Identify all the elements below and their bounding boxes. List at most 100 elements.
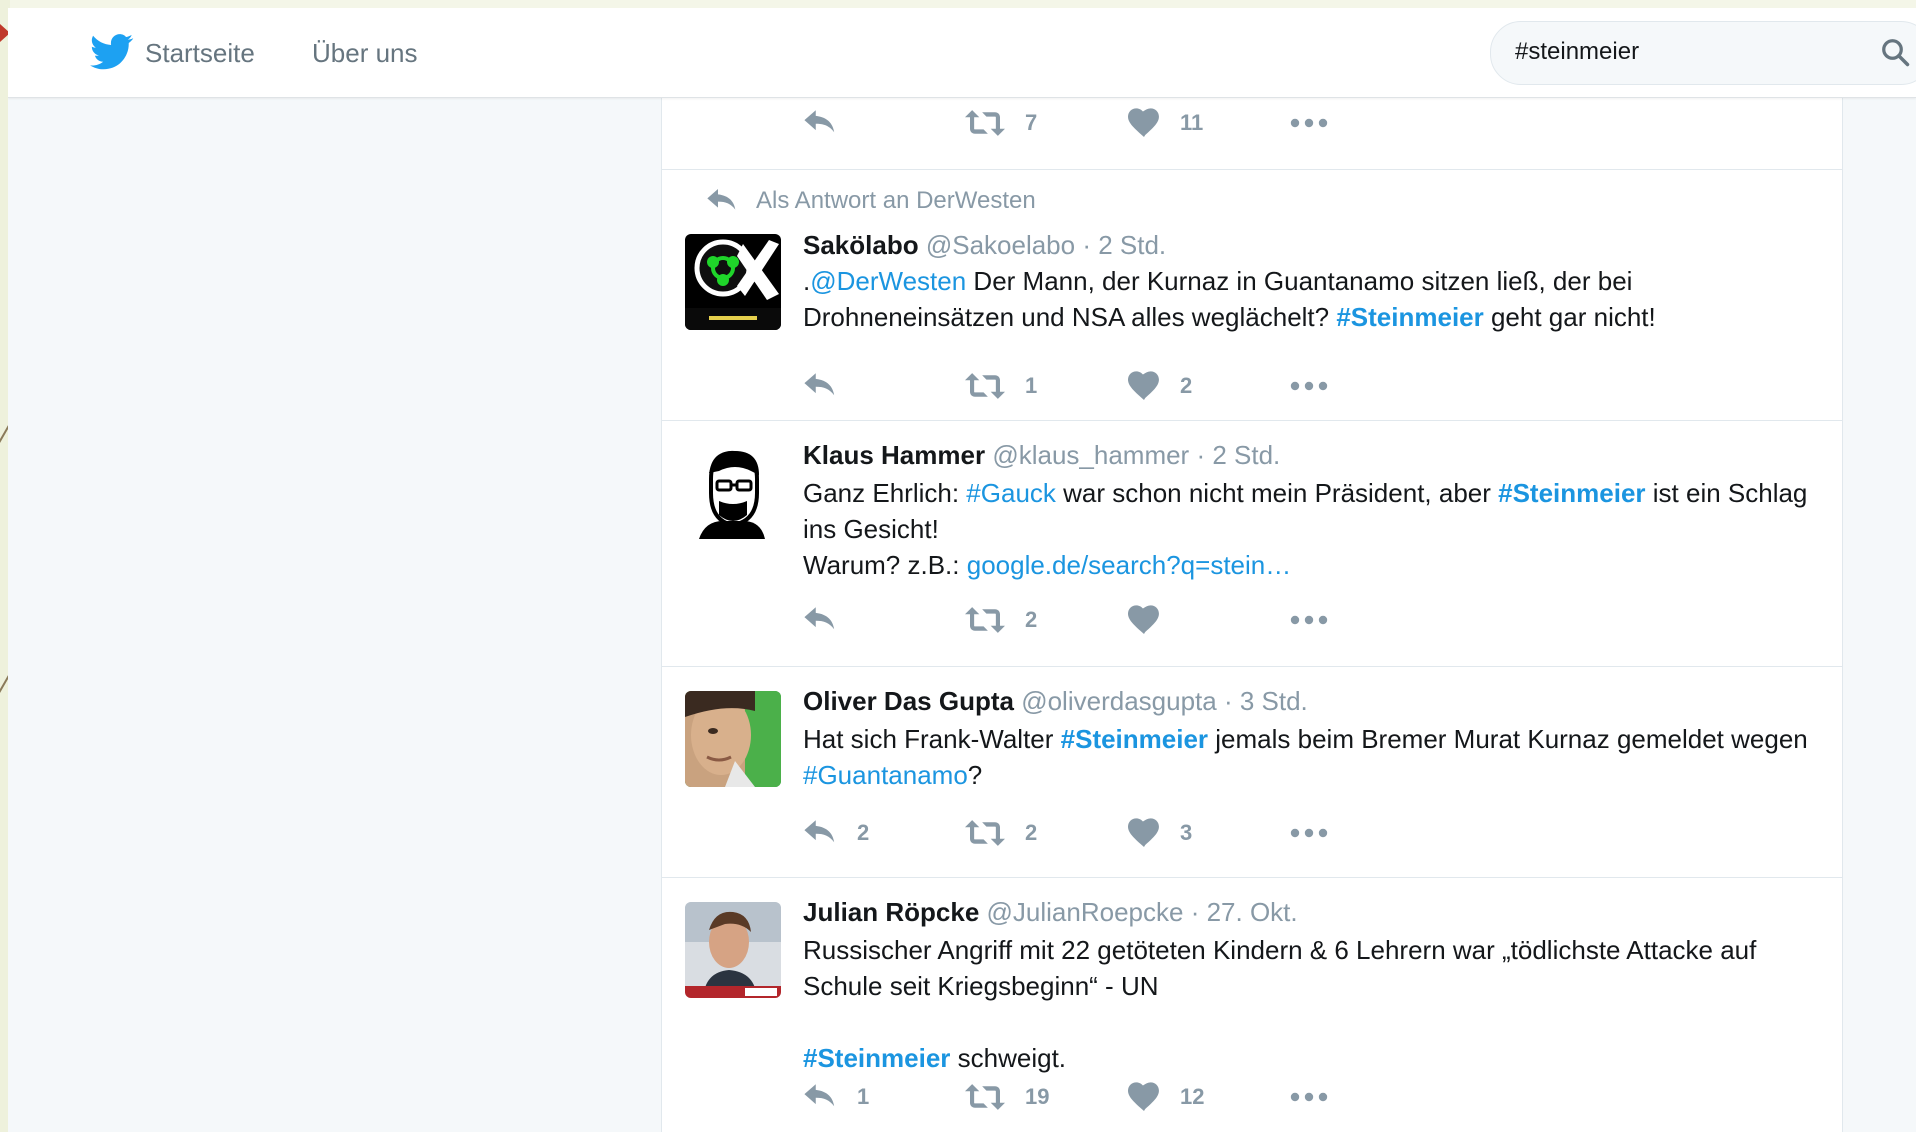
search-input-value[interactable]: #steinmeier — [1515, 38, 1639, 66]
url-link[interactable]: google.de/search?q=stein… — [967, 550, 1292, 580]
more-dots-icon — [1290, 381, 1328, 391]
search-field[interactable]: #steinmeier — [1490, 21, 1916, 85]
retweet-icon — [965, 607, 1005, 633]
retweet-button[interactable]: 7 — [965, 106, 1075, 142]
author-handle[interactable]: @klaus_hammer — [992, 440, 1189, 470]
like-button[interactable]: 12 — [1128, 1080, 1238, 1116]
retweet-button[interactable]: 19 — [965, 1080, 1075, 1116]
tweet-text-part: Hat sich Frank-Walter — [803, 724, 1061, 754]
like-button[interactable]: 2 — [1128, 369, 1238, 405]
mention-link[interactable]: @DerWesten — [810, 266, 966, 296]
author-name[interactable]: Klaus Hammer — [803, 440, 985, 470]
tweet-text: Ganz Ehrlich: #Gauck war schon nicht mei… — [803, 475, 1822, 583]
reply-button[interactable] — [803, 369, 883, 405]
avatar[interactable] — [685, 691, 781, 787]
heart-icon — [1128, 108, 1159, 137]
retweet-button[interactable]: 1 — [965, 369, 1075, 405]
tweet-item[interactable]: Als Antwort an DerWesten Sakölabo @Sakoe… — [662, 169, 1842, 421]
tweet-header: Sakölabo @Sakoelabo · 2 Std. — [803, 230, 1166, 261]
author-handle[interactable]: @Sakoelabo — [926, 230, 1075, 260]
author-handle[interactable]: @oliverdasgupta — [1021, 686, 1217, 716]
heart-icon — [1128, 818, 1159, 847]
more-button[interactable] — [1288, 816, 1336, 852]
more-button[interactable] — [1288, 603, 1336, 639]
more-dots-icon — [1290, 615, 1328, 625]
hashtag-link[interactable]: #Gauck — [966, 478, 1056, 508]
author-name[interactable]: Sakölabo — [803, 230, 919, 260]
like-count: 2 — [1180, 373, 1193, 398]
reply-button[interactable] — [803, 603, 883, 639]
nav-about-link[interactable]: Über uns — [312, 38, 418, 69]
tweet-header: Julian Röpcke @JulianRoepcke · 27. Okt. — [803, 897, 1298, 928]
tweet-text-part: jemals beim Bremer Murat Kurnaz gemeldet… — [1208, 724, 1808, 754]
tweet-text-part: Warum? z.B.: — [803, 550, 967, 580]
hashtag-link[interactable]: #Guantanamo — [803, 760, 968, 790]
more-button[interactable] — [1288, 106, 1336, 142]
tweet-text-part: Russischer Angriff mit 22 getöteten Kind… — [803, 935, 1757, 1001]
reply-icon — [804, 820, 835, 843]
reply-count: 2 — [857, 820, 870, 845]
retweet-icon — [965, 1084, 1005, 1110]
top-navigation-bar: Startseite Über uns #steinmeier — [8, 8, 1916, 98]
retweet-icon — [965, 373, 1005, 399]
tweet-text-part: geht gar nicht! — [1483, 302, 1656, 332]
tweet-time[interactable]: · 2 Std. — [1082, 230, 1166, 260]
reply-button[interactable] — [803, 106, 883, 142]
like-count: 12 — [1180, 1084, 1205, 1109]
author-name[interactable]: Julian Röpcke — [803, 897, 979, 927]
heart-icon — [1128, 1082, 1159, 1111]
more-dots-icon — [1290, 1092, 1328, 1102]
retweet-button[interactable]: 2 — [965, 603, 1075, 639]
retweet-count: 19 — [1025, 1084, 1050, 1109]
reply-button[interactable]: 1 — [803, 1080, 883, 1116]
tweet-text: Hat sich Frank-Walter #Steinmeier jemals… — [803, 721, 1822, 793]
tweet-text-part: schweigt. — [950, 1043, 1067, 1073]
retweet-button[interactable]: 2 — [965, 816, 1075, 852]
retweet-count: 2 — [1025, 607, 1038, 632]
like-button[interactable]: 3 — [1128, 816, 1238, 852]
author-name[interactable]: Oliver Das Gupta — [803, 686, 1014, 716]
hashtag-link[interactable]: #Steinmeier — [1336, 302, 1483, 332]
tweet-time[interactable]: · 27. Okt. — [1191, 897, 1298, 927]
avatar[interactable] — [685, 234, 781, 330]
tweet-text-part: ? — [967, 760, 983, 790]
retweet-icon — [965, 820, 1005, 846]
reply-count: 1 — [857, 1084, 870, 1109]
reply-context[interactable]: Als Antwort an DerWesten — [707, 187, 1036, 215]
hashtag-link[interactable]: #Steinmeier — [1498, 478, 1645, 508]
tweet-header: Klaus Hammer @klaus_hammer · 2 Std. — [803, 440, 1280, 471]
heart-icon — [1128, 371, 1159, 400]
avatar[interactable] — [685, 902, 781, 998]
retweet-count: 2 — [1025, 820, 1038, 845]
retweet-count: 7 — [1025, 110, 1038, 135]
tweet-item[interactable]: Klaus Hammer @klaus_hammer · 2 Std. Ganz… — [662, 420, 1842, 667]
tweet-item[interactable]: Oliver Das Gupta @oliverdasgupta · 3 Std… — [662, 666, 1842, 878]
reply-context-label: Als Antwort an DerWesten — [756, 187, 1036, 214]
hashtag-link[interactable]: #Steinmeier — [803, 1043, 950, 1073]
avatar[interactable] — [685, 443, 781, 539]
tweet-actions: 1 19 12 — [803, 1080, 1363, 1116]
nav-home-link[interactable]: Startseite — [145, 38, 255, 69]
tweet-actions: 2 — [803, 603, 1363, 639]
more-button[interactable] — [1288, 1080, 1336, 1116]
tweet-actions: 1 2 — [803, 369, 1363, 405]
tweet-time[interactable]: · 3 Std. — [1224, 686, 1308, 716]
author-handle[interactable]: @JulianRoepcke — [987, 897, 1184, 927]
like-button[interactable]: 11 — [1128, 106, 1238, 142]
reply-button[interactable]: 2 — [803, 816, 883, 852]
tweet-timeline: 7 11 Als Antwort an DerWesten Sakölabo @… — [661, 97, 1843, 1132]
tweet-item[interactable]: Julian Röpcke @JulianRoepcke · 27. Okt. … — [662, 877, 1842, 1132]
reply-icon — [804, 373, 835, 396]
search-icon[interactable] — [1880, 37, 1910, 67]
tweet-text: Russischer Angriff mit 22 getöteten Kind… — [803, 932, 1822, 1076]
more-button[interactable] — [1288, 369, 1336, 405]
tweet-time[interactable]: · 2 Std. — [1196, 440, 1280, 470]
hashtag-link[interactable]: #Steinmeier — [1061, 724, 1208, 754]
tweet-header: Oliver Das Gupta @oliverdasgupta · 3 Std… — [803, 686, 1308, 717]
more-dots-icon — [1290, 118, 1328, 128]
more-dots-icon — [1290, 828, 1328, 838]
like-button[interactable] — [1128, 603, 1238, 639]
reply-context-icon — [707, 189, 736, 210]
twitter-bird-icon[interactable] — [90, 34, 134, 70]
browser-page: Startseite Über uns #steinmeier 7 11 Als… — [8, 8, 1916, 1132]
